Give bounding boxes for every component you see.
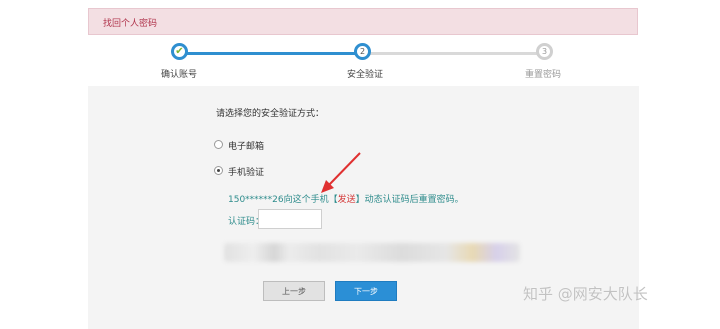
step-1-indicator: ✔ <box>171 43 188 60</box>
progress-steps: ✔ 2 3 确认账号 安全验证 重置密码 <box>0 40 720 80</box>
step-3-label: 重置密码 <box>525 70 562 80</box>
phone-option-label[interactable]: 手机验证 <box>228 165 264 178</box>
progress-bar-remaining <box>363 52 545 55</box>
phone-hint-prefix: 150******26向这个手机【 <box>228 195 338 205</box>
phone-hint-suffix: 】动态认证码后重置密码。 <box>355 195 464 205</box>
step-1-label: 确认账号 <box>161 70 198 80</box>
blurred-info <box>224 243 520 262</box>
prev-button[interactable]: 上一步 <box>263 281 325 301</box>
page-title-banner: 找回个人密码 <box>88 8 638 35</box>
step-2-label: 安全验证 <box>347 70 384 80</box>
send-code-link[interactable]: 发送 <box>338 195 356 205</box>
progress-bar-complete <box>180 52 363 55</box>
code-input[interactable] <box>258 209 322 229</box>
check-icon: ✔ <box>175 46 184 57</box>
page-title: 找回个人密码 <box>103 19 158 29</box>
email-radio[interactable] <box>214 140 223 149</box>
step-3-indicator: 3 <box>536 43 553 60</box>
red-arrow-icon <box>321 152 361 193</box>
verification-prompt: 请选择您的安全验证方式： <box>216 109 325 119</box>
phone-radio[interactable] <box>214 166 223 175</box>
email-option-label[interactable]: 电子邮箱 <box>228 139 264 152</box>
next-button[interactable]: 下一步 <box>335 281 397 301</box>
watermark: 知乎 @网安大队长 <box>523 285 648 303</box>
step-2-indicator: 2 <box>354 43 371 60</box>
